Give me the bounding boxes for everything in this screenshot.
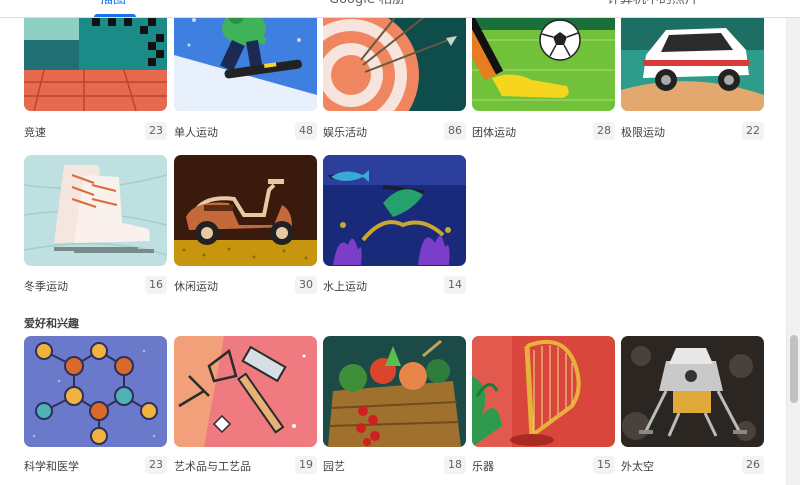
- tab-computer-photos[interactable]: 计算机中的照片: [607, 0, 698, 16]
- category-label: 科学和医学: [24, 460, 79, 473]
- count-badge: 23: [145, 122, 167, 140]
- category-label: 极限运动: [621, 126, 665, 139]
- illustration-gallery: 竞速 23 单人运动 48 娱乐活动 86 团体运动 28 极限运动 22 冬季…: [0, 18, 786, 485]
- count-badge: 86: [444, 122, 466, 140]
- category-label: 乐器: [472, 460, 494, 473]
- category-label: 娱乐活动: [323, 126, 367, 139]
- vegetable-crate-icon[interactable]: [323, 336, 466, 447]
- molecule-icon[interactable]: [24, 336, 167, 447]
- category-label: 艺术品与工艺品: [174, 460, 251, 473]
- category-label: 水上运动: [323, 280, 367, 293]
- count-badge: 16: [145, 276, 167, 294]
- count-badge: 23: [145, 456, 167, 474]
- archery-target-icon[interactable]: [323, 18, 466, 111]
- active-tab-indicator: [94, 14, 136, 17]
- racing-track-icon[interactable]: [24, 18, 167, 111]
- scooter-icon[interactable]: [174, 155, 317, 266]
- count-badge: 15: [593, 456, 615, 474]
- hammer-icon[interactable]: [174, 336, 317, 447]
- count-badge: 22: [742, 122, 764, 140]
- category-label: 冬季运动: [24, 280, 68, 293]
- snowboarder-icon[interactable]: [174, 18, 317, 111]
- category-label: 团体运动: [472, 126, 516, 139]
- count-badge: 18: [444, 456, 466, 474]
- ice-skates-icon[interactable]: [24, 155, 167, 266]
- tab-google-photos[interactable]: Google 相册: [329, 0, 405, 16]
- soccer-ball-icon[interactable]: [472, 18, 615, 111]
- count-badge: 30: [295, 276, 317, 294]
- count-badge: 19: [295, 456, 317, 474]
- vertical-scrollbar[interactable]: [786, 0, 800, 485]
- tab-bar: 插图 Google 相册 计算机中的照片: [0, 0, 800, 18]
- category-label: 园艺: [323, 460, 345, 473]
- rally-car-icon[interactable]: [621, 18, 764, 111]
- category-label: 外太空: [621, 460, 654, 473]
- scrollbar-thumb[interactable]: [790, 335, 798, 403]
- lunar-lander-icon[interactable]: [621, 336, 764, 447]
- category-label: 单人运动: [174, 126, 218, 139]
- count-badge: 28: [593, 122, 615, 140]
- count-badge: 26: [742, 456, 764, 474]
- count-badge: 48: [295, 122, 317, 140]
- count-badge: 14: [444, 276, 466, 294]
- harp-icon[interactable]: [472, 336, 615, 447]
- category-label: 竞速: [24, 126, 46, 139]
- category-label: 休闲运动: [174, 280, 218, 293]
- fish-reef-icon[interactable]: [323, 155, 466, 266]
- section-heading-hobbies: 爱好和兴趣: [24, 317, 79, 330]
